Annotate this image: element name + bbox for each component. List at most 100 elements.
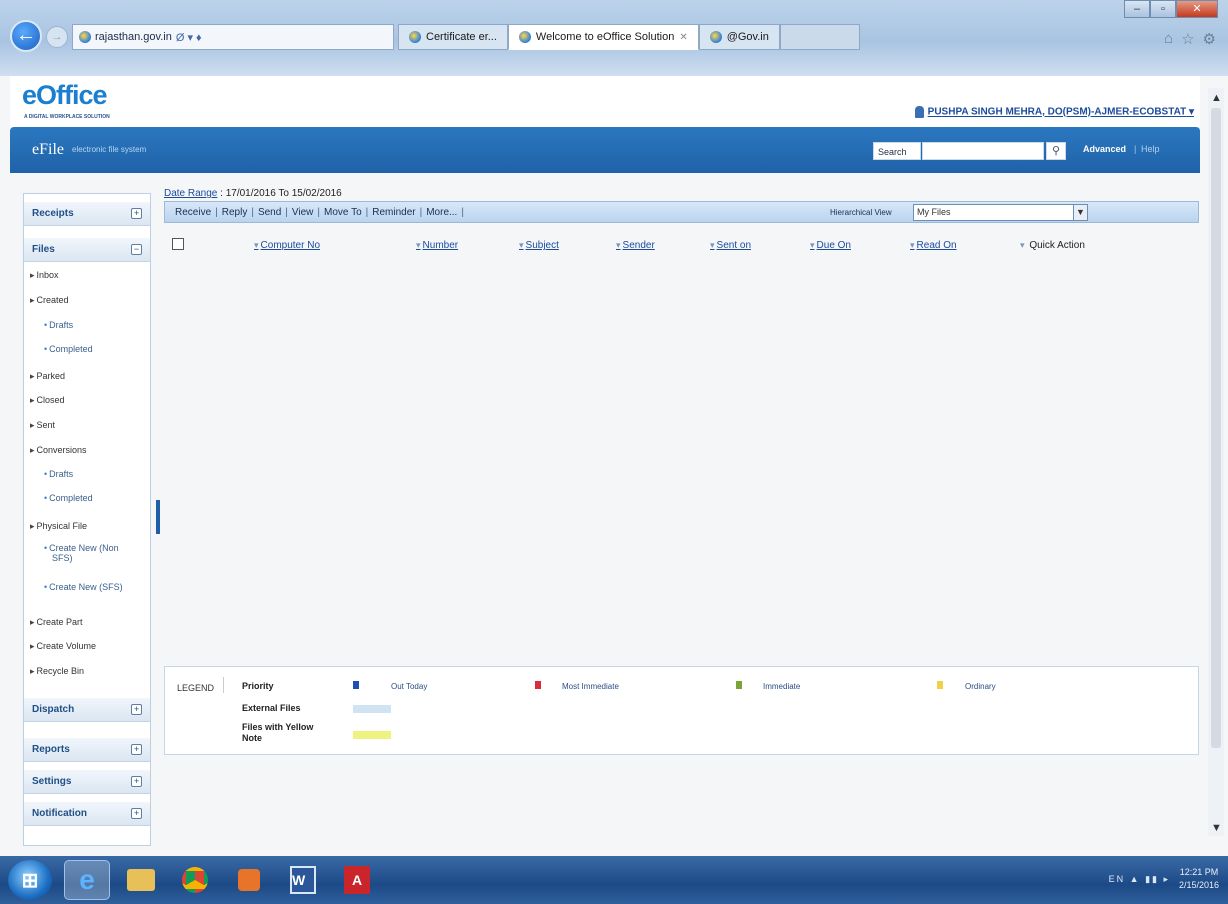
expand-icon[interactable]: + bbox=[131, 808, 142, 819]
internet-explorer-icon[interactable]: e bbox=[64, 860, 110, 900]
new-tab-button[interactable] bbox=[779, 24, 860, 50]
arrow-right-icon: ▸ bbox=[30, 445, 35, 455]
collapse-icon[interactable]: − bbox=[131, 244, 142, 255]
divider: | bbox=[285, 206, 288, 218]
expand-icon[interactable]: + bbox=[131, 744, 142, 755]
divider: | bbox=[461, 206, 464, 218]
sidebar-section-dispatch[interactable]: Dispatch + bbox=[24, 698, 150, 722]
more-button[interactable]: More... bbox=[426, 207, 457, 218]
settings-gear-icon[interactable]: ⚙ bbox=[1203, 30, 1216, 48]
scrollbar-thumb[interactable] bbox=[1211, 108, 1221, 748]
help-link[interactable]: Help bbox=[1141, 144, 1160, 154]
hierarchical-view-select[interactable]: My Files ▼ bbox=[913, 204, 1088, 221]
column-computer-no[interactable]: ▾ Computer No bbox=[254, 240, 320, 251]
sidebar-collapse-handle[interactable] bbox=[156, 500, 160, 534]
sidebar-section-settings[interactable]: Settings + bbox=[24, 770, 150, 794]
sidebar-item-inbox[interactable]: ▸ Inbox bbox=[30, 270, 59, 281]
close-tab-icon[interactable]: ✕ bbox=[679, 32, 687, 43]
search-label: Search bbox=[873, 142, 921, 160]
sidebar-item-create-volume[interactable]: ▸ Create Volume bbox=[30, 641, 96, 652]
move-to-button[interactable]: Move To bbox=[324, 207, 362, 218]
close-window-icon[interactable]: ✕ bbox=[1176, 0, 1218, 18]
column-sent-on[interactable]: ▾ Sent on bbox=[710, 240, 751, 251]
view-button[interactable]: View bbox=[292, 207, 314, 218]
search-input[interactable] bbox=[922, 142, 1044, 160]
maximize-icon[interactable]: ▫ bbox=[1150, 0, 1176, 18]
expand-icon[interactable]: + bbox=[131, 776, 142, 787]
sidebar-item-conversions-drafts[interactable]: • Drafts bbox=[44, 469, 73, 479]
address-bar[interactable]: rajasthan.gov.in Ø ▾ ♦ bbox=[72, 24, 394, 50]
sidebar-section-notification[interactable]: Notification + bbox=[24, 802, 150, 826]
sidebar-item-create-new-sfs[interactable]: • Create New (SFS) bbox=[44, 582, 123, 592]
user-name: PUSHPA SINGH MEHRA, DO(PSM)-AJMER-ECOBST… bbox=[927, 106, 1187, 118]
sidebar-item-sent[interactable]: ▸ Sent bbox=[30, 420, 55, 431]
chevron-down-icon[interactable]: ▼ bbox=[1073, 205, 1087, 220]
item-label: Created bbox=[36, 295, 69, 305]
page-scrollbar[interactable]: ▲ ▼ bbox=[1208, 88, 1224, 836]
home-icon[interactable]: ⌂ bbox=[1164, 30, 1173, 48]
chrome-icon[interactable] bbox=[172, 860, 218, 900]
sidebar-section-reports[interactable]: Reports + bbox=[24, 738, 150, 762]
sidebar-item-created[interactable]: ▸ Created bbox=[30, 295, 69, 306]
pdf-reader-icon[interactable]: A bbox=[334, 860, 380, 900]
efile-title: eFile bbox=[32, 141, 64, 158]
favorites-star-icon[interactable]: ☆ bbox=[1181, 30, 1194, 48]
advanced-search-link[interactable]: Advanced bbox=[1083, 144, 1126, 154]
date-range-link[interactable]: Date Range bbox=[164, 188, 217, 199]
date-range-value: : 17/01/2016 To 15/02/2016 bbox=[220, 188, 342, 199]
word-icon[interactable]: W bbox=[280, 860, 326, 900]
sidebar-item-conversions-completed[interactable]: • Completed bbox=[44, 493, 93, 503]
user-menu[interactable]: PUSHPA SINGH MEHRA, DO(PSM)-AJMER-ECOBST… bbox=[914, 106, 1194, 118]
item-label: Create New (Non bbox=[49, 543, 119, 553]
search-icon[interactable]: ⚲ bbox=[1046, 142, 1066, 160]
minimize-icon[interactable]: – bbox=[1124, 0, 1150, 18]
sidebar-item-created-drafts[interactable]: • Drafts bbox=[44, 320, 73, 330]
item-label: Create Volume bbox=[36, 641, 97, 651]
select-all-checkbox[interactable] bbox=[172, 238, 184, 250]
sidebar-item-create-new-non-sfs[interactable]: • Create New (Non SFS) bbox=[44, 543, 119, 563]
address-controls[interactable]: Ø ▾ ♦ bbox=[176, 31, 202, 44]
column-number[interactable]: ▾ Number bbox=[416, 240, 458, 251]
tab-welcome-eoffice[interactable]: Welcome to eOffice Solution ✕ bbox=[507, 24, 699, 50]
sidebar-item-parked[interactable]: ▸ Parked bbox=[30, 371, 65, 382]
sidebar-item-create-part[interactable]: ▸ Create Part bbox=[30, 617, 83, 628]
sidebar-item-physical-file[interactable]: ▸ Physical File bbox=[30, 521, 87, 532]
item-label: Completed bbox=[49, 344, 93, 354]
back-button[interactable]: ← bbox=[10, 20, 42, 52]
sidebar-section-files[interactable]: Files − bbox=[24, 238, 150, 262]
forward-button[interactable]: → bbox=[46, 26, 68, 48]
eoffice-logo[interactable]: eOffice bbox=[22, 80, 108, 111]
item-label: Drafts bbox=[49, 469, 74, 479]
column-subject[interactable]: ▾ Subject bbox=[519, 240, 559, 251]
item-label-cont: SFS) bbox=[52, 553, 73, 563]
column-sender[interactable]: ▾ Sender bbox=[616, 240, 655, 251]
user-dropdown-icon[interactable]: ▾ bbox=[1189, 107, 1194, 118]
taskbar-clock[interactable]: 12:21 PM 2/15/2016 bbox=[1174, 866, 1224, 892]
sidebar-item-recycle-bin[interactable]: ▸ Recycle Bin bbox=[30, 666, 84, 677]
item-label: Sent bbox=[36, 420, 56, 430]
logo-tagline: A DIGITAL WORKPLACE SOLUTION bbox=[24, 114, 110, 120]
sidebar-item-created-completed[interactable]: • Completed bbox=[44, 344, 93, 354]
tab-gov-in[interactable]: @Gov.in bbox=[698, 24, 780, 50]
sidebar-section-receipts[interactable]: Receipts + bbox=[24, 202, 150, 226]
reply-button[interactable]: Reply bbox=[222, 207, 248, 218]
legend-most-immediate: Most Immediate bbox=[562, 682, 619, 691]
column-read-on[interactable]: ▾ Read On bbox=[910, 240, 957, 251]
sidebar-item-conversions[interactable]: ▸ Conversions bbox=[30, 445, 87, 456]
legend-ordinary: Ordinary bbox=[965, 682, 996, 691]
expand-icon[interactable]: + bbox=[131, 208, 142, 219]
media-player-icon[interactable] bbox=[226, 860, 272, 900]
reminder-button[interactable]: Reminder bbox=[372, 207, 415, 218]
expand-icon[interactable]: + bbox=[131, 704, 142, 715]
receive-button[interactable]: Receive bbox=[175, 207, 211, 218]
system-tray[interactable]: EN ▲ ▮▮ ▸ bbox=[1109, 874, 1170, 885]
scroll-down-icon[interactable]: ▼ bbox=[1211, 822, 1222, 834]
column-due-on[interactable]: ▾ Due On bbox=[810, 240, 851, 251]
tab-certificate-error[interactable]: Certificate er... bbox=[398, 24, 508, 50]
scroll-up-icon[interactable]: ▲ bbox=[1211, 92, 1222, 104]
divider: | bbox=[251, 206, 254, 218]
file-explorer-icon[interactable] bbox=[118, 860, 164, 900]
sidebar-item-closed[interactable]: ▸ Closed bbox=[30, 395, 65, 406]
start-button-icon[interactable]: ⊞ bbox=[8, 860, 52, 900]
send-button[interactable]: Send bbox=[258, 207, 281, 218]
